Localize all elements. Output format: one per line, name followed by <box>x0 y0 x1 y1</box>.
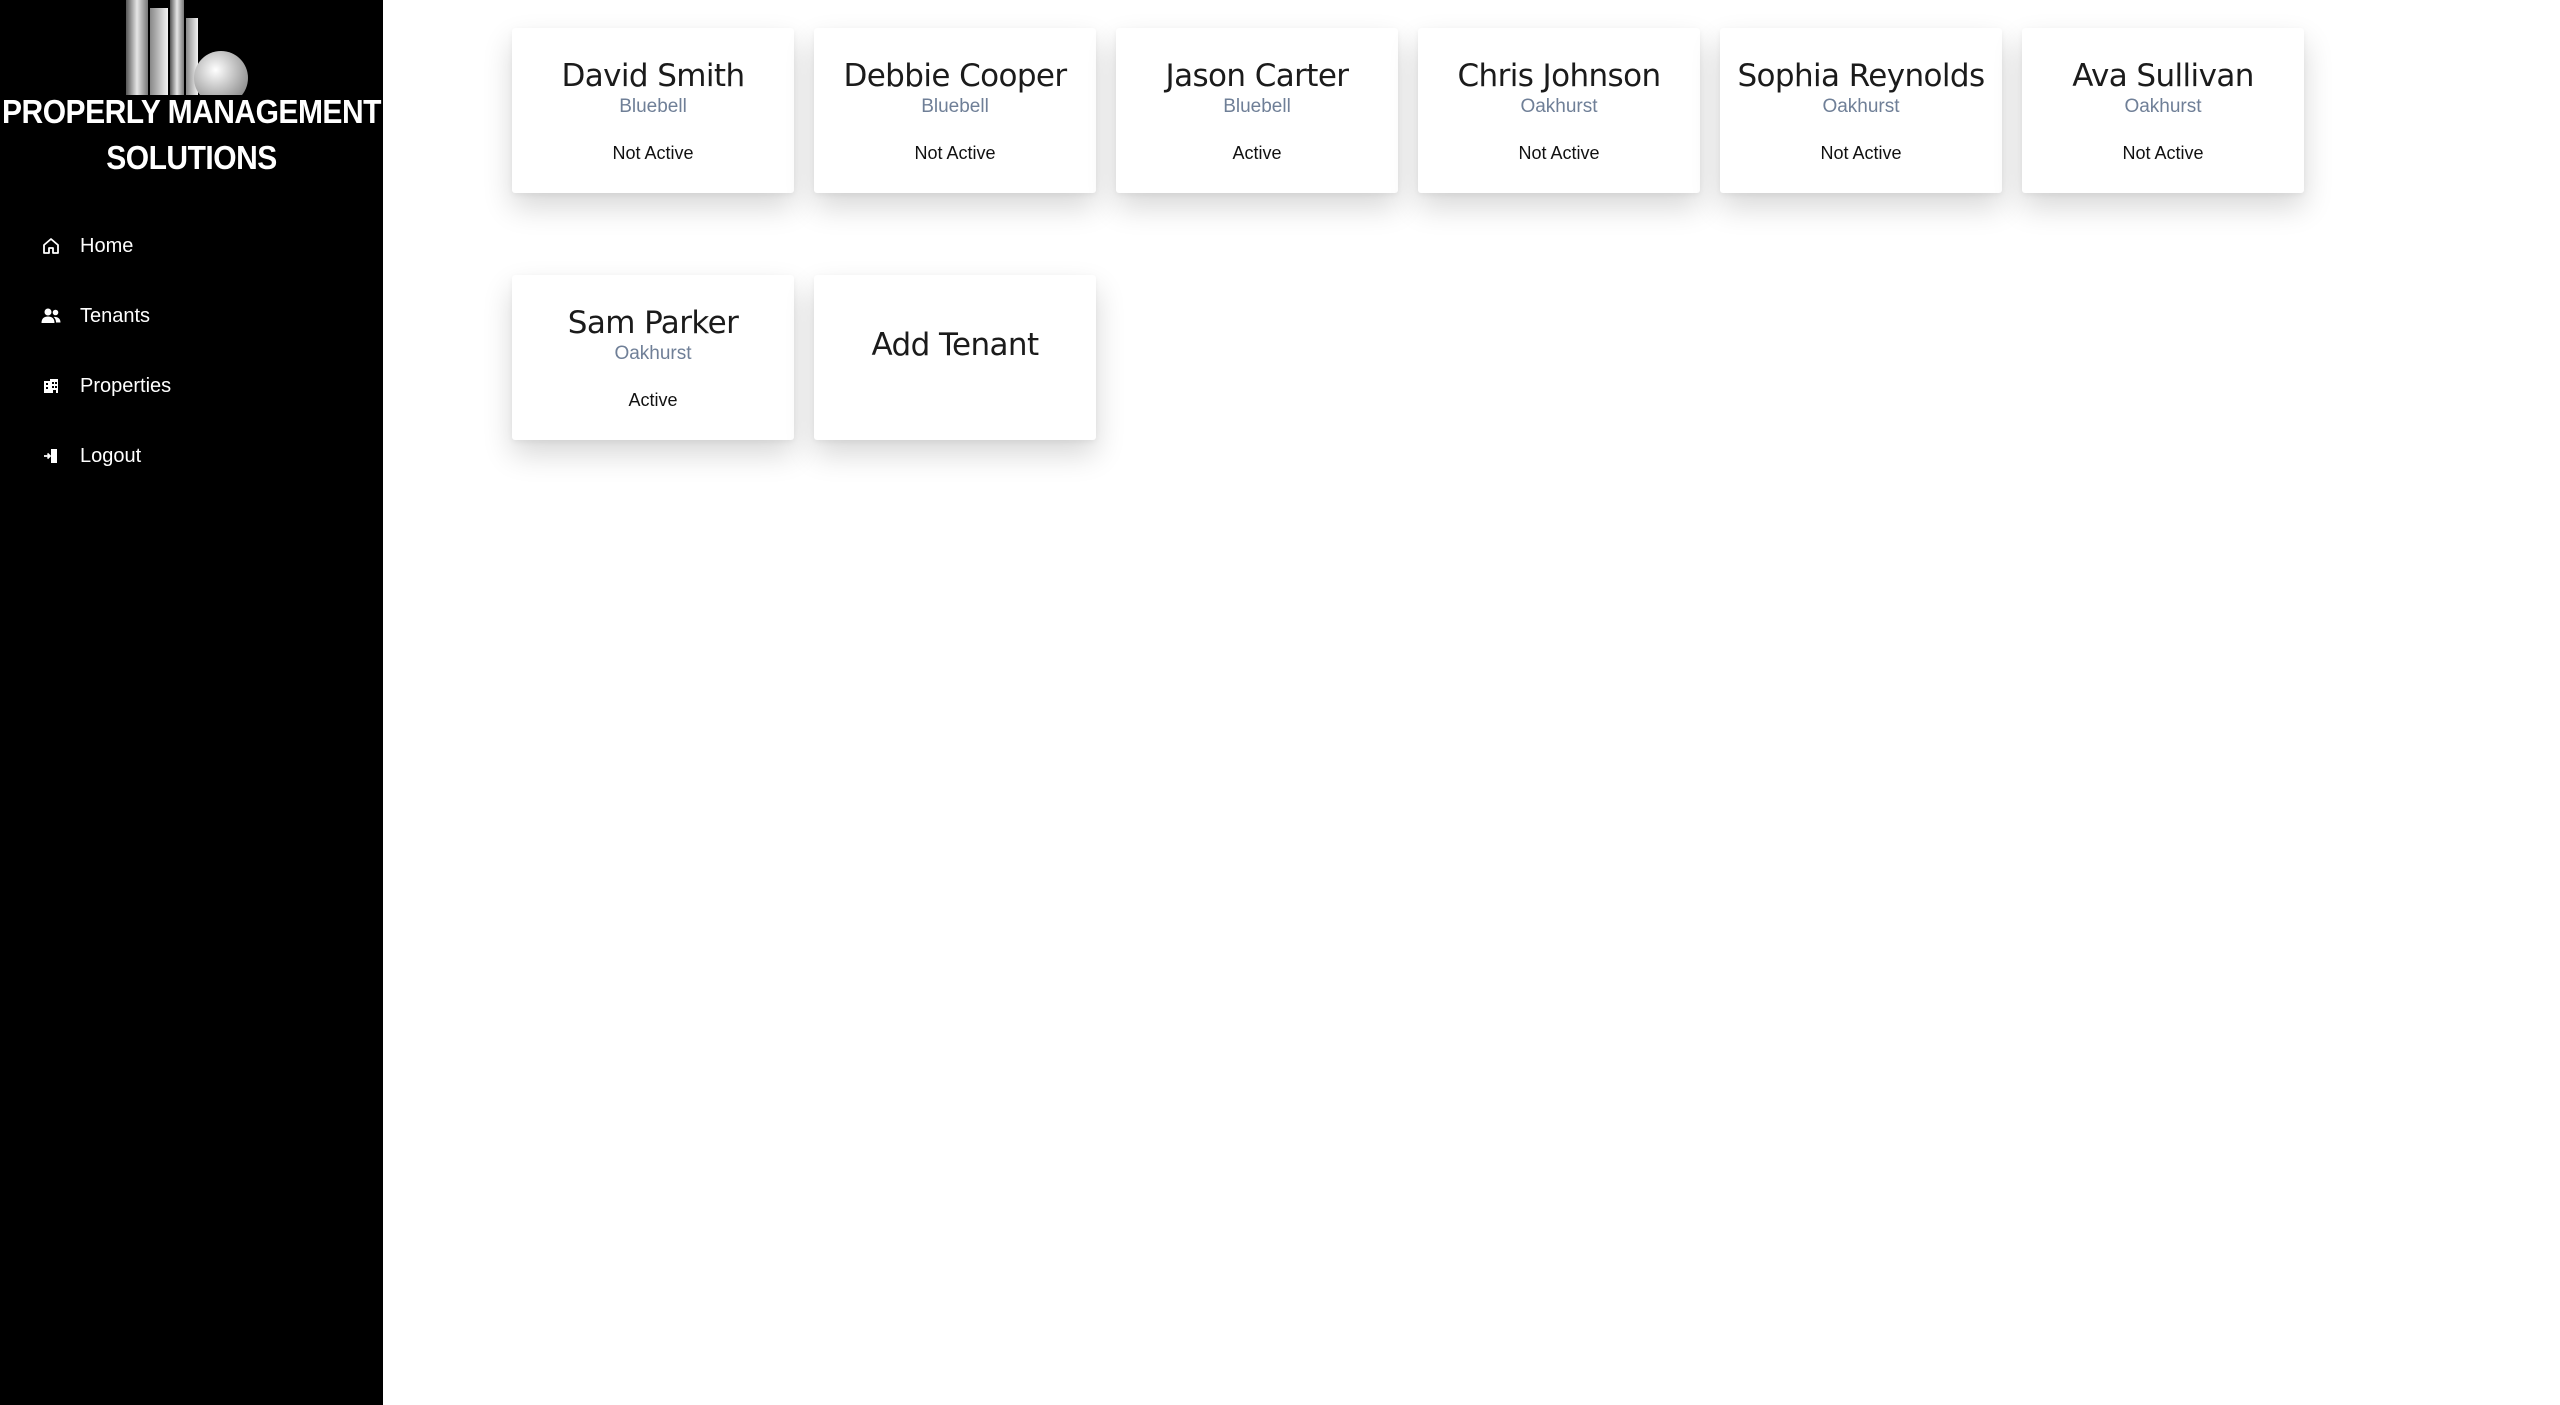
tenant-name: Jason Carter <box>1165 58 1350 94</box>
tenant-card[interactable]: Sam Parker Oakhurst Active <box>512 275 794 440</box>
main-content: David Smith Bluebell Not Active Debbie C… <box>383 0 2560 1405</box>
tenant-grid: David Smith Bluebell Not Active Debbie C… <box>512 28 2304 440</box>
sidebar-item-properties[interactable]: Properties <box>0 351 383 421</box>
sidebar-item-home[interactable]: Home <box>0 211 383 281</box>
tenant-name: David Smith <box>561 58 745 94</box>
tenant-card[interactable]: Sophia Reynolds Oakhurst Not Active <box>1720 28 2002 193</box>
tenant-card[interactable]: Chris Johnson Oakhurst Not Active <box>1418 28 1700 193</box>
tenant-status: Active <box>1232 143 1282 163</box>
buildings-logo-icon <box>118 0 268 100</box>
tenant-card[interactable]: Jason Carter Bluebell Active <box>1116 28 1398 193</box>
users-icon <box>40 305 62 327</box>
add-tenant-label: Add Tenant <box>871 327 1039 363</box>
tenant-name: Debbie Cooper <box>843 58 1067 94</box>
tenant-name: Chris Johnson <box>1457 58 1661 94</box>
add-tenant-button[interactable]: Add Tenant <box>814 275 1096 440</box>
tenant-status: Not Active <box>2122 143 2204 163</box>
sidebar-nav: Home Tenants Properties Logout <box>0 211 383 491</box>
tenant-property: Oakhurst <box>1822 96 1900 117</box>
building-icon <box>40 375 62 397</box>
sidebar-item-tenants[interactable]: Tenants <box>0 281 383 351</box>
tenant-property: Bluebell <box>619 96 687 117</box>
sidebar-item-logout[interactable]: Logout <box>0 421 383 491</box>
sidebar-item-label: Home <box>80 234 134 257</box>
tenant-name: Sam Parker <box>567 305 739 341</box>
sidebar-item-label: Logout <box>80 444 142 467</box>
brand-name-line2: SOLUTIONS <box>106 139 277 177</box>
sidebar-item-label: Tenants <box>80 304 151 327</box>
tenant-card[interactable]: Ava Sullivan Oakhurst Not Active <box>2022 28 2304 193</box>
tenant-card[interactable]: David Smith Bluebell Not Active <box>512 28 794 193</box>
tenant-status: Active <box>628 390 678 410</box>
sidebar-item-label: Properties <box>80 374 172 397</box>
tenant-status: Not Active <box>914 143 996 163</box>
sidebar: PROPERLY MANAGEMENT SOLUTIONS Home Tenan… <box>0 0 383 1405</box>
brand-name-line1: PROPERLY MANAGEMENT <box>2 93 381 131</box>
tenant-status: Not Active <box>1820 143 1902 163</box>
tenant-name: Ava Sullivan <box>2072 58 2254 94</box>
tenant-property: Bluebell <box>1223 96 1291 117</box>
tenant-status: Not Active <box>1518 143 1600 163</box>
tenant-property: Oakhurst <box>2124 96 2202 117</box>
logout-icon <box>40 445 62 467</box>
tenant-property: Oakhurst <box>1520 96 1598 117</box>
tenant-property: Oakhurst <box>614 343 692 364</box>
brand-logo[interactable]: PROPERLY MANAGEMENT SOLUTIONS <box>0 0 383 180</box>
tenant-status: Not Active <box>612 143 694 163</box>
tenant-name: Sophia Reynolds <box>1737 58 1985 94</box>
home-icon <box>40 235 62 257</box>
tenant-property: Bluebell <box>921 96 989 117</box>
tenant-card[interactable]: Debbie Cooper Bluebell Not Active <box>814 28 1096 193</box>
